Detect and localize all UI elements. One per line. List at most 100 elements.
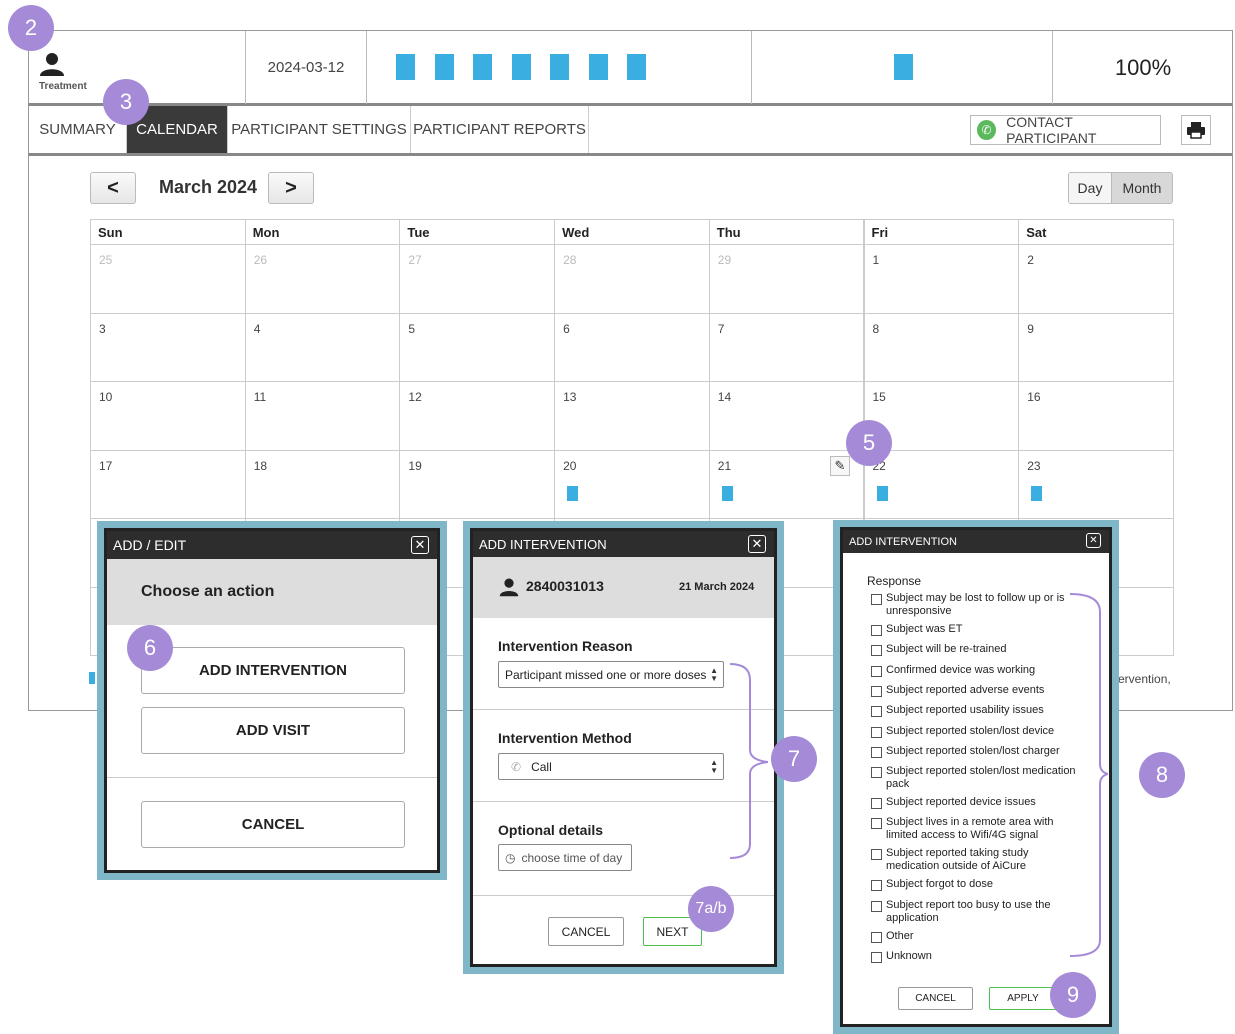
dialog-title: ADD INTERVENTION [849, 535, 957, 548]
checkbox[interactable] [871, 726, 882, 738]
contact-participant-button[interactable]: ✆ CONTACT PARTICIPANT [970, 114, 1161, 146]
tab-participant-reports[interactable]: PARTICIPANT REPORTS [411, 106, 589, 153]
calendar-day[interactable]: 8 [863, 312, 1020, 382]
method-select[interactable]: ✆ Call ▲ ▼ [498, 753, 724, 780]
prev-month-button[interactable]: < [90, 172, 136, 204]
calendar-day[interactable]: 20 [554, 449, 710, 519]
participant-info-bar: 2840031013 21 March 2024 [473, 557, 774, 618]
button-label: CANCEL [561, 924, 611, 939]
calendar-day[interactable]: 11 [244, 381, 401, 451]
view-toggle: Day Month [1068, 172, 1173, 204]
weekday-label: Fri [871, 225, 889, 240]
checkbox[interactable] [871, 594, 882, 605]
add-intervention-button[interactable]: ADD INTERVENTION [141, 647, 405, 694]
next-month-button[interactable]: > [268, 172, 314, 204]
button-label: ADD INTERVENTION [198, 662, 348, 679]
day-number: 18 [253, 458, 268, 473]
cancel-button[interactable]: CANCEL [548, 917, 624, 946]
view-month-button[interactable]: Month [1111, 173, 1172, 203]
close-icon[interactable]: ✕ [748, 535, 766, 553]
calendar-day[interactable]: 12 [399, 381, 556, 451]
close-icon[interactable]: ✕ [1086, 533, 1101, 548]
checkbox[interactable] [871, 818, 882, 830]
calendar-day[interactable]: 6 [554, 312, 710, 382]
calendar-day[interactable]: 25 [90, 244, 246, 314]
weekday-label: Sat [1026, 225, 1047, 240]
cancel-button[interactable]: CANCEL [141, 801, 405, 848]
calendar-day[interactable]: 19 [399, 449, 556, 519]
method-label: Intervention Method [498, 730, 632, 746]
checkbox[interactable] [871, 625, 882, 636]
calendar-day[interactable]: 4 [244, 312, 401, 382]
calendar-day[interactable]: 29 [708, 244, 865, 314]
day-number: 23 [1027, 458, 1041, 473]
print-button[interactable] [1181, 115, 1211, 145]
calendar-day[interactable]: 17 [90, 449, 246, 519]
checkbox[interactable] [871, 931, 882, 943]
calendar-day[interactable]: 10 [90, 381, 246, 451]
checkbox[interactable] [871, 665, 882, 677]
option-label: Subject reported taking study medication… [886, 847, 1029, 873]
option-label: Subject forgot to dose [886, 878, 994, 891]
callout-badge: 2 [8, 5, 54, 51]
view-day-button[interactable]: Day [1069, 173, 1111, 203]
checkbox[interactable] [871, 880, 882, 892]
callout-badge: 3 [103, 79, 149, 125]
tab-participant-settings[interactable]: PARTICIPANT SETTINGS [228, 106, 411, 153]
checkbox[interactable] [871, 798, 882, 810]
checkbox[interactable] [871, 767, 882, 779]
calendar-day[interactable]: 5 [399, 312, 556, 382]
bracket-annotation [1069, 593, 1108, 957]
calendar-day[interactable]: 9 [1018, 312, 1174, 382]
calendar-day[interactable]: 2 [1018, 244, 1174, 314]
calendar-day[interactable]: 18 [244, 449, 401, 519]
calendar-day[interactable]: 26 [244, 244, 401, 314]
checkbox[interactable] [871, 685, 882, 697]
checkbox[interactable] [871, 746, 882, 758]
calendar-day[interactable]: 22 [863, 449, 1020, 519]
add-visit-button[interactable]: ADD VISIT [141, 707, 405, 754]
checkbox[interactable] [871, 706, 882, 718]
calendar-day[interactable]: 14 [708, 381, 865, 451]
dose-event-marker [721, 485, 733, 501]
calendar-day[interactable]: 1 [863, 244, 1020, 314]
reason-select[interactable]: Participant missed one or more doses ▲ ▼ [498, 661, 724, 688]
tab-label: SUMMARY [39, 121, 116, 138]
apply-button[interactable]: APPLY [989, 987, 1057, 1010]
updown-arrows-icon: ▲ ▼ [710, 758, 718, 775]
button-label: CANCEL [915, 993, 956, 1004]
calendar-day[interactable]: 7 [708, 312, 865, 382]
calendar-day[interactable]: 3 [90, 312, 246, 382]
tab-label: PARTICIPANT SETTINGS [231, 121, 407, 138]
calendar-day[interactable]: 23 [1018, 449, 1174, 519]
dose-marker [894, 54, 913, 80]
calendar-day[interactable]: 13 [554, 381, 710, 451]
edit-day-button[interactable]: ✎ [830, 456, 850, 476]
divider [107, 777, 437, 778]
response-label: Response [867, 574, 922, 588]
weekday-header: Tue [399, 219, 556, 245]
cancel-button[interactable]: CANCEL [898, 987, 973, 1010]
person-icon [40, 53, 64, 76]
partial-legend-text: ervention, [1118, 672, 1171, 686]
adherence-cell: 100% [1053, 31, 1233, 104]
calendar-day[interactable]: 16 [1018, 381, 1174, 451]
contact-label: CONTACT PARTICIPANT [1006, 114, 1097, 146]
day-number: 20 [563, 458, 577, 473]
checkbox[interactable] [871, 952, 882, 963]
calendar-day[interactable]: 28 [554, 244, 710, 314]
calendar-day[interactable]: 27 [399, 244, 556, 314]
checkbox[interactable] [871, 900, 882, 912]
option-label: Subject reported stolen/lost medication … [886, 765, 1076, 791]
close-icon[interactable]: ✕ [411, 536, 429, 554]
time-of-day-picker[interactable]: ◷ choose time of day [498, 844, 632, 871]
time-placeholder: choose time of day [521, 850, 623, 865]
day-number: 4 [253, 321, 261, 336]
checkbox[interactable] [871, 645, 882, 657]
dialog-title: ADD / EDIT [113, 537, 187, 553]
weekday-header: Fri [863, 219, 1020, 245]
option-label: Subject report too busy to use the appli… [886, 898, 1051, 924]
option-label: Unknown [886, 950, 932, 962]
checkbox[interactable] [871, 849, 882, 861]
day-number: 12 [408, 390, 422, 404]
